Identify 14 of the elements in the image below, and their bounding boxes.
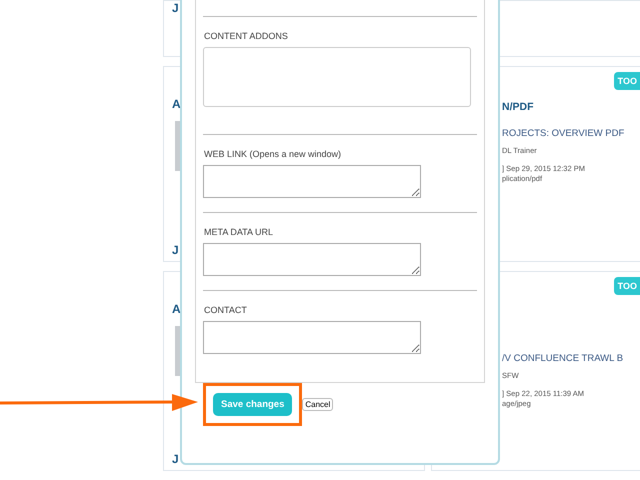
input-field[interactable]: [203, 47, 471, 107]
card-heading: N/PDF: [502, 101, 534, 113]
field-label: CONTENT ADDONS: [203, 30, 289, 43]
field-label: WEB LINK (Opens a new window): [203, 148, 342, 161]
input-field[interactable]: [203, 243, 421, 276]
card-title[interactable]: /V CONFLUENCE TRAWL B: [502, 353, 640, 364]
category-badge: TOO: [614, 277, 640, 295]
card-title[interactable]: ROJECTS: OVERVIEW PDF: [502, 128, 640, 139]
input-field[interactable]: [203, 321, 421, 354]
category-badge: TOO: [614, 72, 640, 90]
cancel-button[interactable]: Cancel: [302, 398, 334, 411]
field-label: CONTACT: [203, 304, 248, 317]
input-field[interactable]: [203, 165, 421, 198]
field-label: META DATA URL: [203, 226, 274, 239]
